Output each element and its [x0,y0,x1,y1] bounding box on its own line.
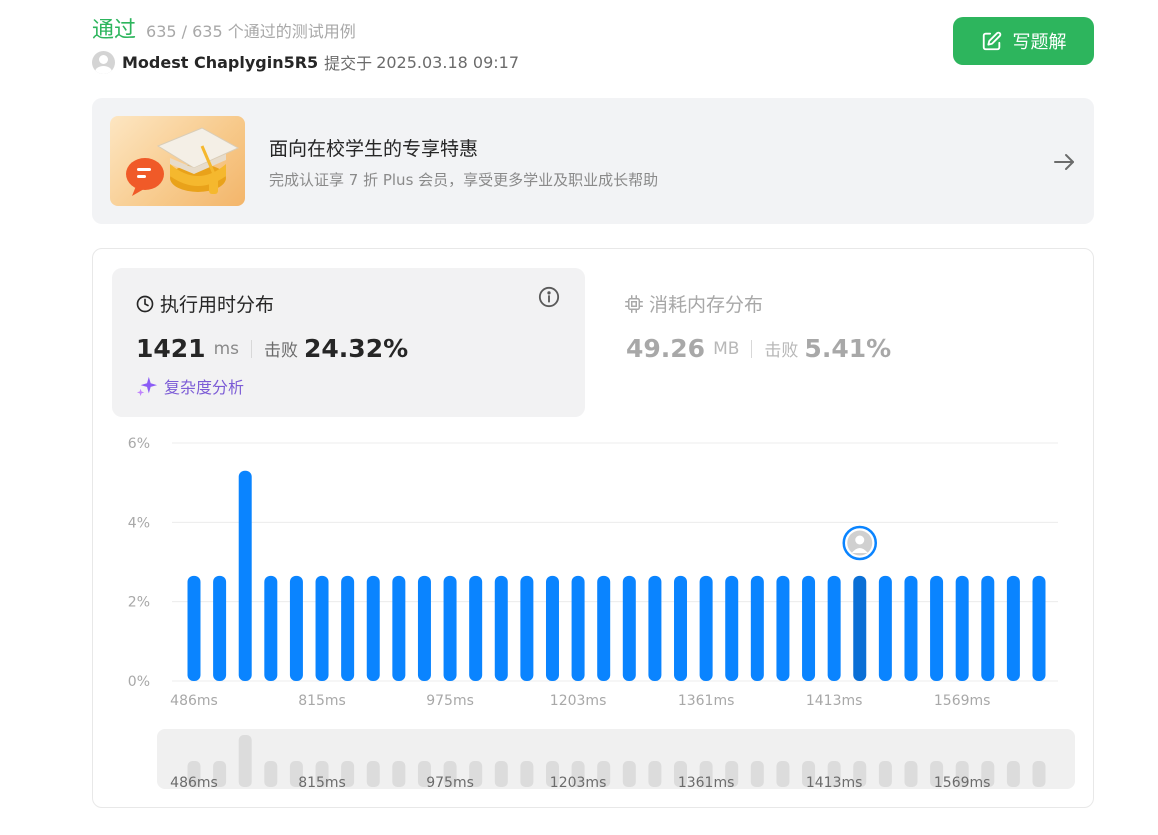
x-tick-label: 1569ms [934,693,991,709]
y-tick-label: 0% [128,674,150,690]
bar [417,575,431,681]
bar [238,470,252,681]
y-tick-label: 4% [128,515,150,531]
bar [341,575,355,681]
range-bar [392,761,406,787]
bar [520,575,534,681]
range-bar [904,761,918,787]
bar [187,575,201,681]
x-tick-label: 486ms [170,693,218,709]
range-bar [494,761,508,787]
x-tick-label: 815ms [298,693,346,709]
range-bar [520,761,534,787]
x-tick-label: 975ms [426,693,474,709]
range-tick-label: 1361ms [678,775,735,791]
bar [264,575,278,681]
bar [545,575,559,681]
bar [674,575,688,681]
bar [955,575,969,681]
bar [930,575,944,681]
bar [1006,575,1020,681]
bar [648,575,662,681]
range-tick-label: 486ms [170,775,218,791]
bar [802,575,816,681]
bar [213,575,227,681]
bar [289,575,303,681]
range-bar [264,761,278,787]
range-tick-label: 1413ms [806,775,863,791]
bar [571,575,585,681]
bar [494,575,508,681]
bar [776,575,790,681]
x-tick-label: 1203ms [550,693,607,709]
range-tick-label: 975ms [426,775,474,791]
bar [1032,575,1046,681]
marker-avatar-head [855,535,865,545]
range-tick-label: 1203ms [550,775,607,791]
range-bar [648,761,662,787]
range-bar [1006,761,1020,787]
range-tick-label: 1569ms [934,775,991,791]
bar [981,575,995,681]
bar [827,575,841,681]
bar [315,575,329,681]
range-bar [878,761,892,787]
selected-bar [853,575,867,681]
range-bar [366,761,380,787]
range-bar [750,761,764,787]
bar [904,575,918,681]
range-bar [776,761,790,787]
runtime-distribution-chart: 6% 4% 2% 0% 486ms 815ms 975ms 1203ms 1361ms 1413m… [128,436,1058,791]
range-bar [238,735,252,787]
x-tick-label: 1361ms [678,693,735,709]
y-tick-label: 6% [128,436,150,452]
x-tick-label: 1413ms [806,693,863,709]
bar [878,575,892,681]
bar [392,575,406,681]
range-bar [622,761,636,787]
bar [443,575,457,681]
bar [469,575,483,681]
range-tick-label: 815ms [298,775,346,791]
y-tick-label: 2% [128,595,150,611]
bar [597,575,611,681]
bar [725,575,739,681]
bar [750,575,764,681]
bar [699,575,713,681]
bar [622,575,636,681]
bar [366,575,380,681]
range-bar [1032,761,1046,787]
